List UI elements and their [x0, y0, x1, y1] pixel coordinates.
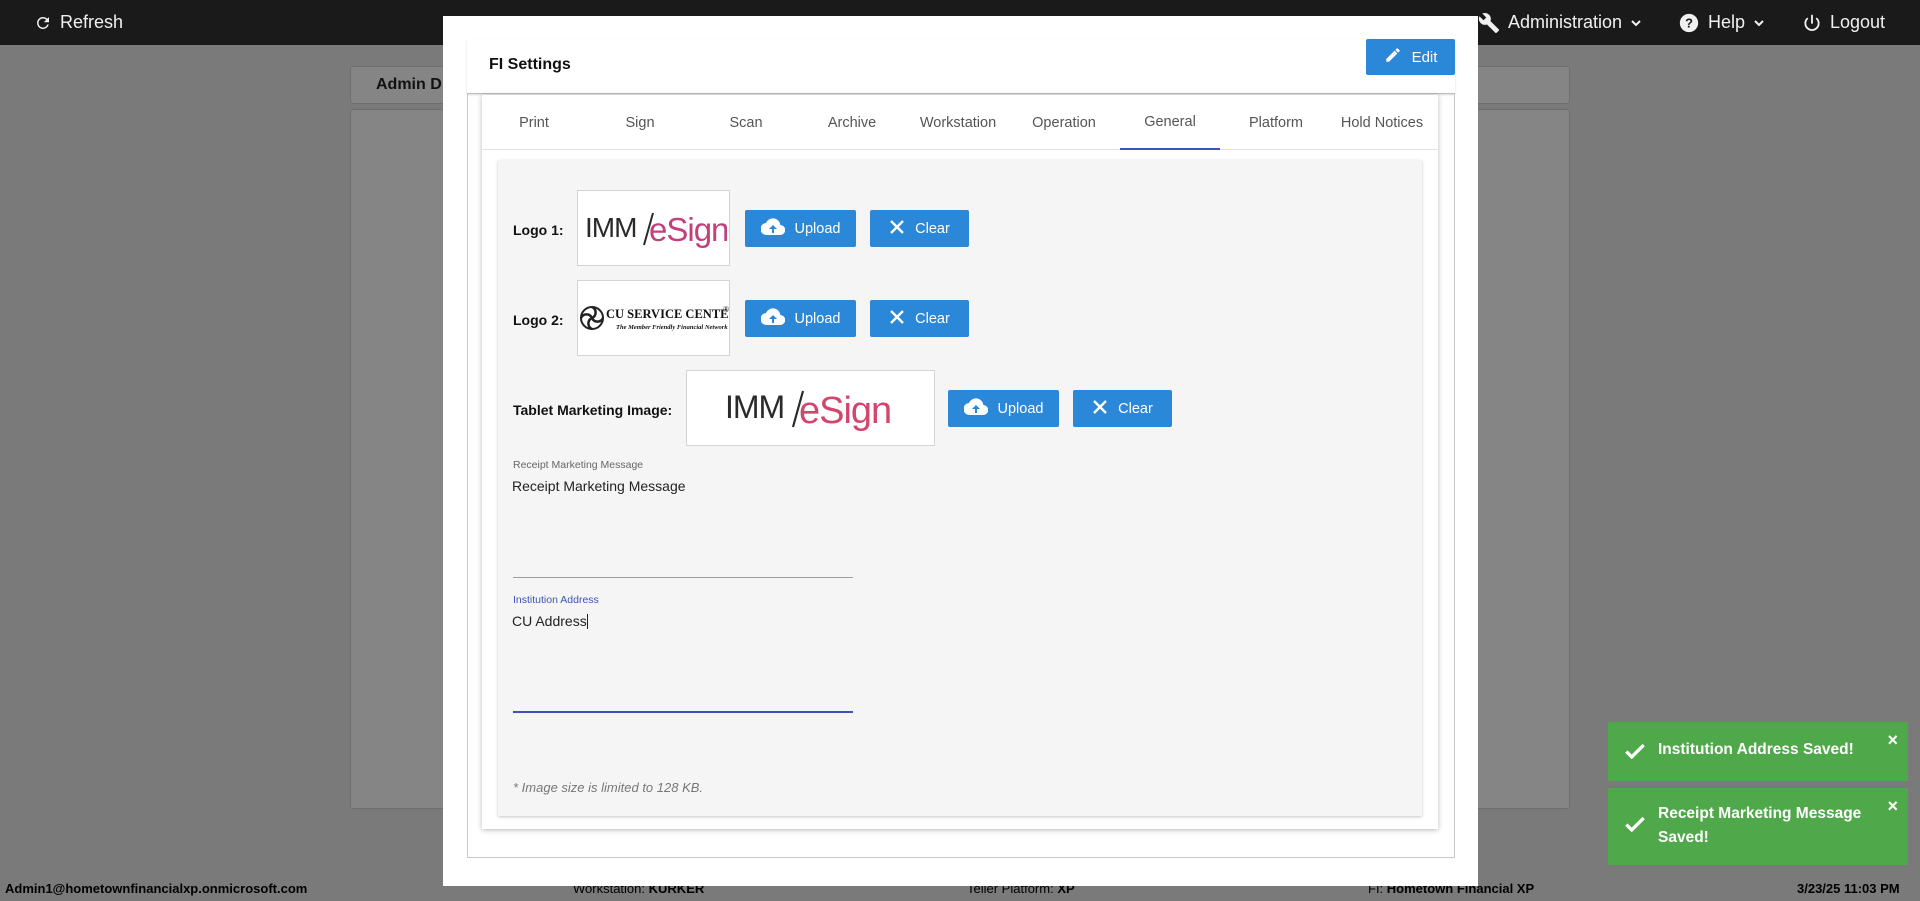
tab-archive[interactable]: Archive	[802, 95, 902, 150]
help-icon: ?	[1678, 12, 1700, 34]
svg-text:®: ®	[723, 305, 729, 314]
svg-text:IMM: IMM	[585, 212, 636, 243]
receipt-message-textarea[interactable]: Receipt Marketing Message	[512, 478, 686, 494]
chevron-down-icon	[1753, 17, 1765, 29]
dialog-header: FI Settings Edit	[467, 39, 1455, 94]
tablet-marketing-label: Tablet Marketing Image:	[513, 402, 673, 418]
tab-sign[interactable]: Sign	[590, 95, 690, 150]
edit-label: Edit	[1411, 48, 1438, 66]
receipt-message-label: Receipt Marketing Message	[513, 459, 644, 471]
logo1-clear-button[interactable]: Clear	[870, 210, 969, 247]
tab-general[interactable]: General	[1120, 95, 1220, 150]
background-page-title: Admin D	[376, 76, 442, 93]
logo1-upload-button[interactable]: Upload	[745, 210, 856, 247]
cloud-upload-icon	[759, 217, 785, 240]
logout-button[interactable]: Logout	[1802, 0, 1885, 45]
help-label: Help	[1708, 12, 1746, 32]
close-icon	[889, 309, 905, 329]
institution-address-underline	[513, 711, 853, 713]
cloud-upload-icon	[962, 397, 988, 420]
cloud-upload-icon	[759, 307, 785, 330]
datetime: 3/23/25 11:03 PM	[1797, 881, 1900, 896]
close-icon	[1092, 399, 1108, 419]
settings-tabs: Print Sign Scan Archive Workstation Oper…	[482, 95, 1438, 150]
image-size-note: * Image size is limited to 128 KB.	[513, 780, 704, 795]
help-menu[interactable]: ? Help	[1678, 0, 1765, 45]
refresh-icon	[34, 14, 52, 32]
tablet-marketing-preview: IMM eSign	[686, 370, 935, 446]
logo1-preview: IMM eSign	[577, 190, 730, 266]
svg-text:The Member Friendly Financial: The Member Friendly Financial Network	[616, 324, 728, 331]
text-caret	[586, 614, 588, 629]
logo2-clear-button[interactable]: Clear	[870, 300, 969, 337]
svg-text:?: ?	[1685, 15, 1693, 30]
check-icon	[1622, 738, 1648, 769]
general-settings-panel: Logo 1: IMM eSign Upload Clear Logo 2: C…	[498, 160, 1422, 816]
chevron-down-icon	[1630, 17, 1642, 29]
close-icon	[889, 219, 905, 239]
tab-workstation[interactable]: Workstation	[908, 95, 1008, 150]
institution-address-textarea[interactable]: CU Address	[512, 613, 588, 629]
tab-scan[interactable]: Scan	[696, 95, 796, 150]
tablet-clear-button[interactable]: Clear	[1073, 390, 1172, 427]
refresh-button[interactable]: Refresh	[34, 0, 123, 45]
clear-label: Clear	[915, 310, 950, 327]
svg-text:IMM: IMM	[725, 389, 784, 425]
tab-platform[interactable]: Platform	[1226, 95, 1326, 150]
toast-address-saved: Institution Address Saved! ×	[1608, 722, 1908, 781]
tab-print[interactable]: Print	[484, 95, 584, 150]
pencil-icon	[1384, 46, 1402, 68]
tablet-upload-button[interactable]: Upload	[948, 390, 1059, 427]
upload-label: Upload	[997, 400, 1044, 417]
cu-service-centers-logo: CU SERVICE CENTERS ® The Member Friendly…	[579, 305, 729, 331]
power-icon	[1802, 13, 1822, 33]
clear-label: Clear	[915, 220, 950, 237]
svg-text:eSign: eSign	[799, 390, 891, 432]
refresh-label: Refresh	[60, 12, 124, 32]
logo1-label: Logo 1:	[513, 222, 564, 238]
upload-label: Upload	[794, 220, 841, 237]
logo2-upload-button[interactable]: Upload	[745, 300, 856, 337]
upload-label: Upload	[794, 310, 841, 327]
svg-text:eSign: eSign	[649, 211, 727, 248]
toast-message: Receipt Marketing Message Saved!	[1658, 805, 1862, 846]
institution-address-label: Institution Address	[513, 594, 599, 606]
logo2-preview: CU SERVICE CENTERS ® The Member Friendly…	[577, 280, 730, 356]
wrench-icon	[1478, 12, 1500, 34]
close-icon[interactable]: ×	[1887, 730, 1898, 751]
toast-receipt-saved: Receipt Marketing Message Saved! ×	[1608, 788, 1908, 865]
dialog-title: FI Settings	[489, 56, 571, 73]
administration-label: Administration	[1508, 12, 1623, 32]
check-icon	[1622, 811, 1648, 842]
user-email: Admin1@hometownfinancialxp.onmicrosoft.c…	[5, 881, 308, 896]
edit-button[interactable]: Edit	[1366, 39, 1455, 75]
immesign-logo: IMM eSign	[585, 211, 727, 248]
clear-label: Clear	[1118, 400, 1153, 417]
receipt-message-underline	[513, 577, 853, 578]
logout-label: Logout	[1830, 12, 1886, 32]
settings-card: Print Sign Scan Archive Workstation Oper…	[482, 95, 1438, 829]
immesign-logo: IMM eSign	[725, 389, 892, 432]
close-icon[interactable]: ×	[1887, 796, 1898, 817]
logo2-label: Logo 2:	[513, 312, 564, 328]
toast-message: Institution Address Saved!	[1658, 741, 1854, 758]
tab-operation[interactable]: Operation	[1014, 95, 1114, 150]
administration-menu[interactable]: Administration	[1478, 0, 1642, 45]
tab-hold-notices[interactable]: Hold Notices	[1332, 95, 1432, 150]
svg-text:CU SERVICE CENTERS: CU SERVICE CENTERS	[606, 307, 729, 321]
